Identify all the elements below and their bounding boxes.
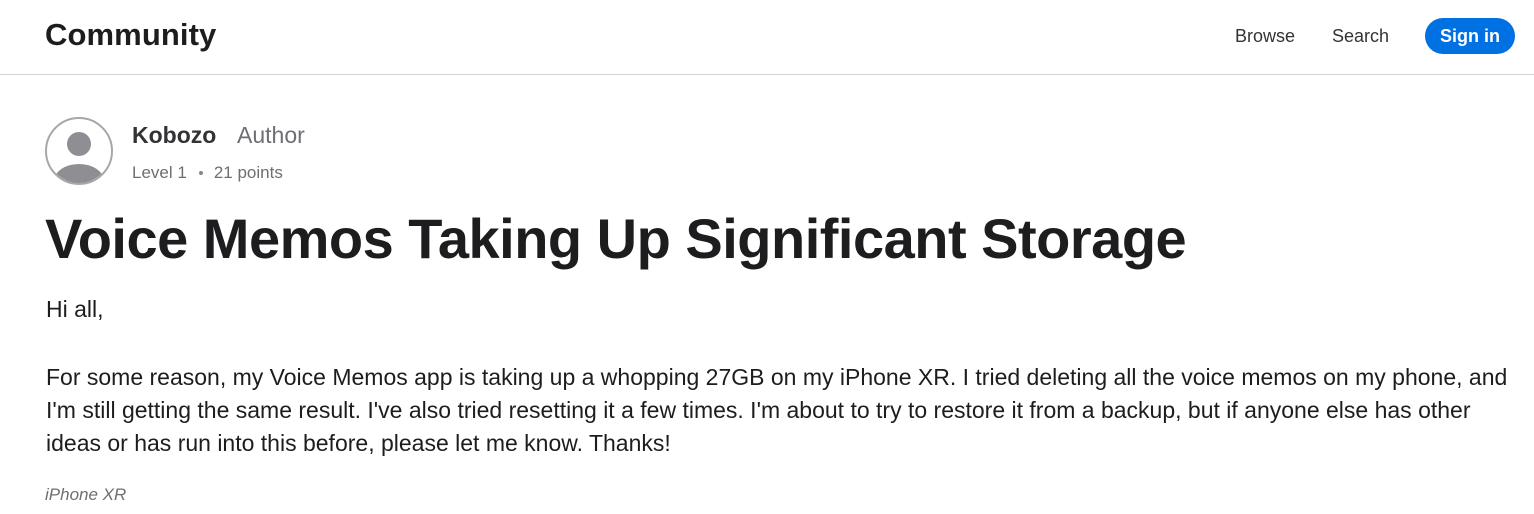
author-meta: Level 1 21 points — [132, 163, 283, 183]
user-avatar-icon[interactable] — [45, 117, 113, 185]
community-brand-link[interactable]: Community — [45, 17, 216, 53]
device-tag: iPhone XR — [45, 485, 127, 504]
separator-dot — [198, 171, 203, 175]
search-link[interactable]: Search — [1332, 26, 1389, 47]
sign-in-button[interactable]: Sign in — [1425, 18, 1515, 54]
author-points: 21 points — [213, 163, 283, 182]
post-body: For some reason, my Voice Memos app is t… — [46, 364, 1508, 456]
site-header: Community Browse Search Sign in — [0, 0, 1534, 75]
author-role-label: Author — [237, 122, 305, 148]
post-greeting: Hi all, — [46, 296, 104, 322]
post-title: Voice Memos Taking Up Significant Storag… — [45, 207, 1187, 270]
author-name-link[interactable]: Kobozo — [132, 122, 216, 149]
author-level: Level 1 — [132, 163, 187, 182]
browse-link[interactable]: Browse — [1235, 26, 1295, 47]
